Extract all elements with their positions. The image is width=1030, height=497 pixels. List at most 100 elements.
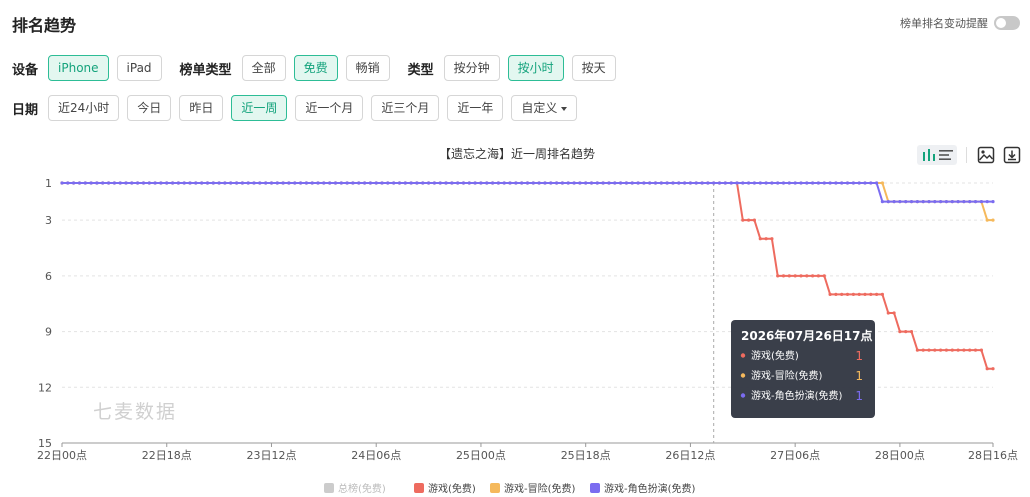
series-point — [176, 181, 180, 185]
series-point — [822, 181, 826, 185]
series-point — [968, 200, 972, 204]
series-point — [275, 181, 279, 185]
date-week-button[interactable]: 近一周 — [231, 95, 288, 121]
series-point — [299, 181, 303, 185]
series-point — [688, 181, 693, 185]
series-point — [310, 181, 314, 185]
series-point — [939, 348, 943, 352]
series-point — [578, 181, 582, 185]
series-point — [636, 181, 640, 185]
series-point — [136, 181, 140, 185]
device-ipad-button[interactable]: iPad — [116, 55, 162, 81]
series-point — [950, 348, 954, 352]
device-iphone-button[interactable]: iPhone — [48, 55, 109, 81]
series-point — [991, 200, 995, 204]
remind-toggle[interactable] — [994, 16, 1020, 30]
series-point — [514, 181, 518, 185]
series-point — [601, 181, 605, 185]
list-type-free-button[interactable]: 免费 — [293, 55, 338, 81]
date-custom-dropdown[interactable]: 自定义 — [511, 95, 578, 121]
series-point — [659, 181, 663, 185]
series-point — [374, 181, 378, 185]
series-point — [293, 181, 297, 185]
tooltip-row-value: 1 — [855, 369, 863, 383]
series-point — [584, 181, 588, 185]
series-point — [66, 181, 70, 185]
tooltip-dot — [740, 373, 746, 378]
date-24h-button[interactable]: 近24小时 — [48, 95, 120, 121]
series-point — [397, 181, 402, 185]
series-point — [811, 274, 815, 278]
series-point — [747, 181, 751, 185]
series-point — [950, 200, 954, 204]
date-today-button[interactable]: 今日 — [127, 95, 172, 121]
series-point — [787, 181, 791, 185]
series-point — [485, 181, 489, 185]
date-year-button[interactable]: 近一年 — [447, 95, 504, 121]
series-point — [898, 330, 902, 334]
series-point — [345, 181, 349, 185]
tooltip-row-name: 游戏(免费) — [751, 349, 799, 362]
series-point — [456, 181, 460, 185]
kind-minute-button[interactable]: 按分钟 — [443, 55, 500, 81]
series-point — [229, 181, 233, 185]
series-point — [741, 218, 745, 222]
kind-hour-button[interactable]: 按小时 — [507, 55, 564, 81]
series-point — [799, 181, 803, 185]
series-point — [770, 237, 774, 241]
series-point — [828, 181, 832, 185]
series-point — [549, 181, 553, 185]
series-point — [886, 200, 890, 204]
series-point — [933, 348, 937, 352]
date-3month-button[interactable]: 近三个月 — [371, 95, 440, 121]
series-point — [973, 348, 978, 352]
series-point — [671, 181, 675, 185]
series-point — [392, 181, 396, 185]
series-point — [525, 181, 530, 185]
series-point — [269, 181, 274, 185]
series-point — [258, 181, 262, 185]
series-point — [857, 181, 861, 185]
list-type-grossing-button[interactable]: 畅销 — [345, 55, 390, 81]
series-point — [217, 181, 221, 185]
y-tick-label: 9 — [45, 326, 52, 339]
series-point — [962, 348, 966, 352]
series-point — [607, 181, 611, 185]
series-point — [875, 181, 879, 185]
x-tick-label: 24日06点 — [351, 449, 401, 462]
series-point — [223, 181, 227, 185]
series-point — [834, 292, 838, 296]
list-type-all-button[interactable]: 全部 — [241, 55, 286, 81]
y-tick-label: 12 — [38, 381, 52, 394]
series-point — [752, 218, 757, 222]
kind-day-button[interactable]: 按天 — [571, 55, 616, 81]
legend: 总榜(免费) 游戏(免费) 游戏-冒险(免费) 游戏-角色扮演(免费) — [324, 482, 696, 495]
series-point — [834, 181, 838, 185]
series-point — [956, 200, 960, 204]
series-point — [427, 181, 431, 185]
x-tick-label: 25日00点 — [456, 449, 506, 462]
series-point — [200, 181, 204, 185]
series-point — [927, 348, 931, 352]
series-point — [555, 181, 559, 185]
date-yesterday-button[interactable]: 昨日 — [179, 95, 224, 121]
series-point — [723, 181, 727, 185]
series-point — [613, 181, 617, 185]
series-point — [194, 181, 198, 185]
series-point — [235, 181, 239, 185]
tooltip: 2026年07月26日17点游戏(免费) 1 游戏-冒险(免费) 1 游戏-角色扮演(免… — [731, 320, 875, 418]
x-tick-label: 28日00点 — [875, 449, 925, 462]
series-point — [776, 181, 780, 185]
series-point — [537, 181, 541, 185]
date-month-button[interactable]: 近一个月 — [295, 95, 364, 121]
list-type-label: 榜单类型 — [179, 62, 232, 78]
series-point — [77, 181, 82, 185]
tooltip-row-name: 游戏-冒险(免费) — [751, 369, 823, 382]
series-point — [368, 181, 372, 185]
series-point — [357, 181, 361, 185]
series-point — [880, 181, 885, 185]
series-point — [840, 181, 844, 185]
legend-label: 游戏-角色扮演(免费) — [604, 482, 696, 495]
series-point — [939, 200, 943, 204]
series-point — [828, 292, 832, 296]
